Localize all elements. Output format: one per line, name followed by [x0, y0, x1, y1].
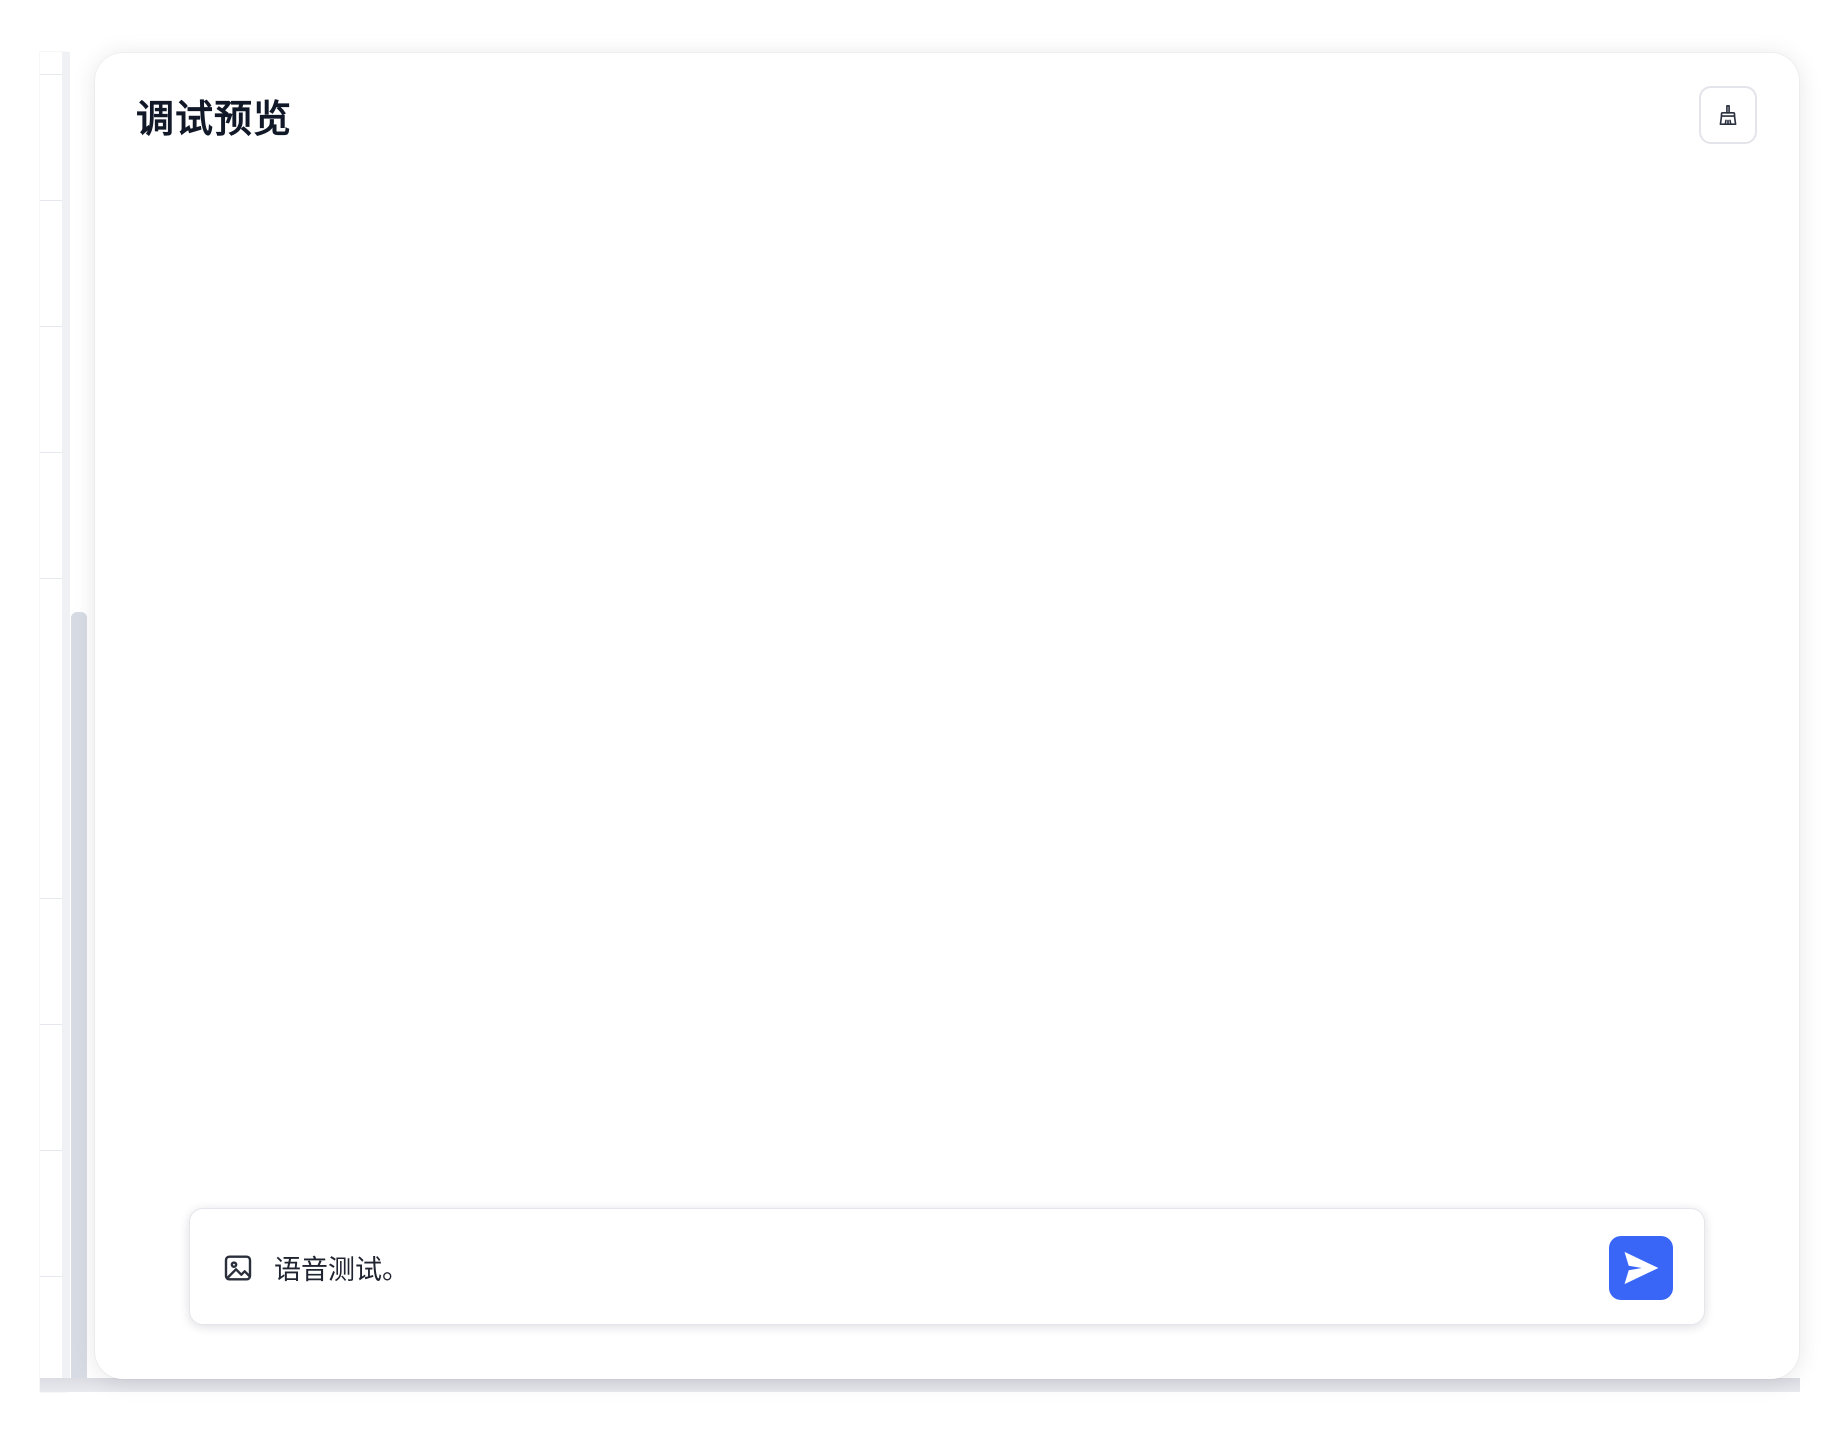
bottom-shadow: [40, 1378, 1800, 1392]
send-icon: [1619, 1246, 1663, 1290]
image-icon: [222, 1252, 254, 1284]
panel-title: 调试预览: [136, 97, 293, 141]
clear-chat-button[interactable]: [1699, 86, 1757, 144]
chat-input[interactable]: [274, 1243, 1574, 1291]
debug-preview-panel: 调试预览: [95, 53, 1799, 1379]
app-window: 调试预览: [0, 0, 1840, 1432]
broom-icon: [1715, 102, 1741, 128]
upload-image-button[interactable]: [222, 1252, 254, 1284]
vertical-scrollbar[interactable]: [71, 612, 87, 1392]
chat-input-bar: [189, 1208, 1705, 1325]
send-button[interactable]: [1609, 1236, 1673, 1300]
background-edge: [62, 52, 70, 1392]
chat-message-area: [125, 173, 1769, 1233]
